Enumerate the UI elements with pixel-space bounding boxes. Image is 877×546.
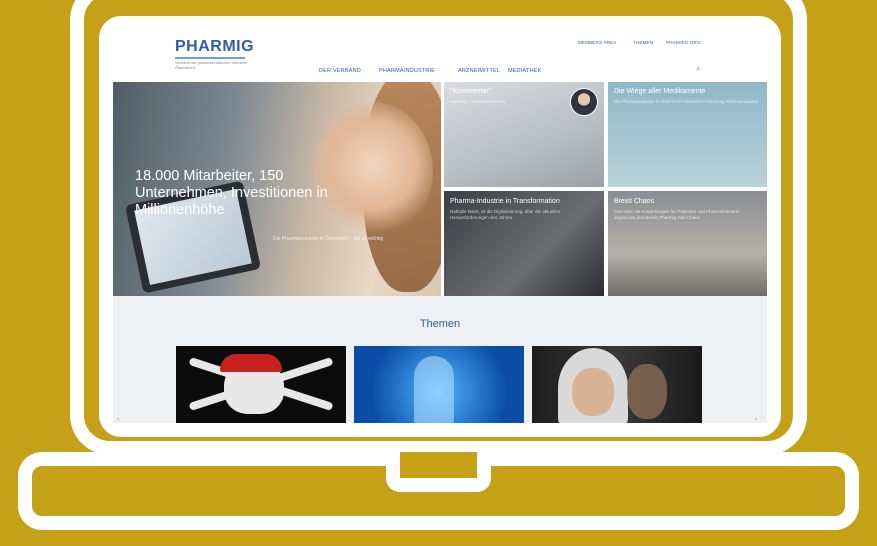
face-image — [572, 368, 614, 416]
themen-card-piracy[interactable] — [176, 346, 346, 423]
mainnav-arzneimittel[interactable]: ARZNEIMITTEL — [458, 68, 500, 74]
mainnav-pharmaindustrie[interactable]: PHARMAINDUSTRIE — [379, 68, 435, 74]
avatar — [570, 88, 598, 116]
tile-pharma-transformation[interactable]: Pharma-Industrie in Transformation Natha… — [444, 191, 604, 296]
logo-tagline: Verband der pharmazeutischen Industrie Ö… — [175, 60, 248, 70]
tile-wiege-medikamente[interactable]: Die Wiege aller Medikamente Die Pharmain… — [608, 82, 767, 187]
tile-brexit-chaos[interactable]: Brexit Chaos Also über die Auswirkungen … — [608, 191, 767, 296]
mainnav-mediathek[interactable]: MEDIATHEK — [508, 68, 541, 74]
chevron-right-icon[interactable]: › — [755, 416, 763, 423]
themen-card-youth[interactable] — [532, 346, 702, 423]
face-image — [627, 364, 667, 419]
laptop-trackpad-notch — [386, 452, 491, 492]
tile-title: Brexit Chaos — [614, 198, 655, 205]
topnav-members-area[interactable]: MEMBERS AREA — [578, 40, 616, 45]
mainnav-der-verband[interactable]: DER VERBAND — [319, 68, 361, 74]
tile-kommentar[interactable]: "Kommentar" von Mag. Alexander Herzog — [444, 82, 604, 187]
tile-title: "Kommentar" — [450, 88, 492, 95]
search-icon[interactable]: ⌕ — [696, 65, 703, 73]
topnav-pharmig-org[interactable]: PHARMIG.ORG — [666, 40, 701, 45]
laptop-screen: PHARMIG Verband der pharmazeutischen Ind… — [99, 16, 781, 437]
tile-title: Pharma-Industrie in Transformation — [450, 198, 560, 205]
hero-banner[interactable]: 18.000 Mitarbeiter, 150 Unternehmen, Inv… — [113, 82, 441, 296]
website: PHARMIG Verband der pharmazeutischen Ind… — [113, 30, 767, 423]
tile-subtitle: Also über die Auswirkungen für Patienten… — [614, 209, 741, 220]
pharmig-logo[interactable]: PHARMIG — [175, 38, 254, 56]
hero-title: 18.000 Mitarbeiter, 150 Unternehmen, Inv… — [135, 168, 328, 218]
tile-subtitle: von Mag. Alexander Herzog — [450, 99, 506, 104]
tile-subtitle: Nathalie Mack, ist die Digitalisierung, … — [450, 209, 561, 220]
logo-underline — [175, 57, 245, 59]
topnav-themen[interactable]: THEMEN — [633, 40, 653, 45]
hero-subtitle: Die Pharmaindustrie in Österreich – die … — [273, 236, 384, 242]
tile-title: Die Wiege aller Medikamente — [614, 88, 706, 95]
tile-subtitle: Die Pharmaindustrie in Österreich: Klini… — [614, 99, 759, 104]
themen-heading: Themen — [419, 318, 461, 330]
themen-card-anatomy[interactable] — [354, 346, 524, 423]
bandana-image — [220, 354, 282, 372]
chevron-left-icon[interactable]: ‹ — [117, 416, 125, 423]
anatomy-figure — [414, 356, 454, 423]
